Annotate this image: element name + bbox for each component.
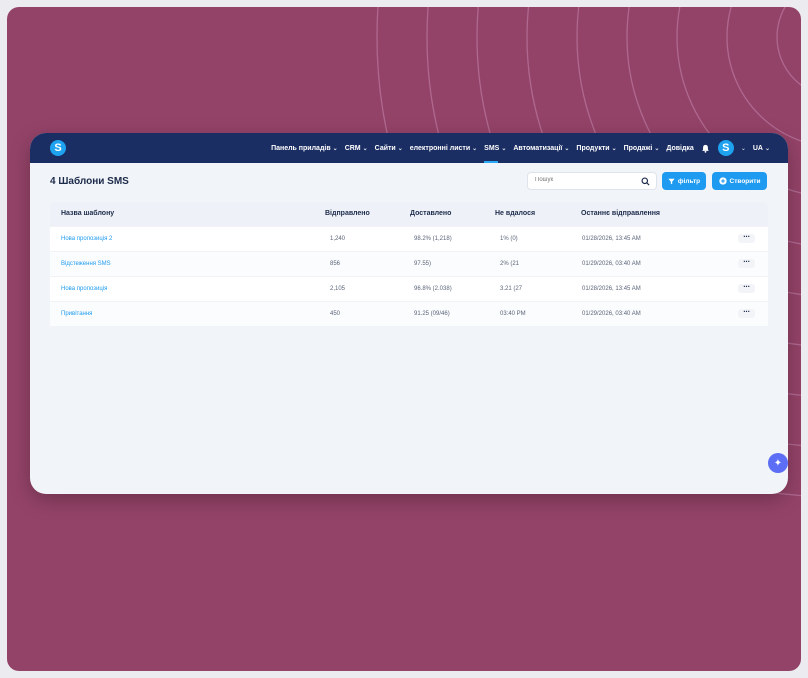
- sent-value: 2,105: [330, 286, 346, 292]
- template-name-link[interactable]: Відстеження SMS: [61, 261, 111, 267]
- chevron-down-icon: ⌄: [564, 145, 570, 152]
- column-header-failed[interactable]: Не вдалося: [495, 210, 535, 217]
- nav-item-help[interactable]: Довідка: [666, 133, 693, 163]
- last-sent-value: 01/29/2026, 03:40 AM: [582, 311, 641, 317]
- delivered-value: 96.8% (2.038): [414, 286, 452, 292]
- sent-value: 1,240: [330, 236, 346, 242]
- column-header-delivered[interactable]: Доставлено: [410, 210, 451, 217]
- chevron-down-icon: ⌄: [332, 145, 338, 152]
- nav-item-sales[interactable]: Продажі ⌄: [624, 133, 660, 163]
- templates-table: Назва шаблону Відправлено Доставлено Не …: [50, 202, 768, 326]
- nav-item-sms[interactable]: SMS ⌄: [484, 133, 506, 163]
- chevron-down-icon: ⌄: [764, 145, 770, 152]
- table-row[interactable]: Привітання 450 91.25 (09/46) 03:40 PM 01…: [50, 301, 768, 326]
- search-input[interactable]: [535, 177, 635, 183]
- failed-value: 1% (0): [500, 236, 518, 242]
- nav-item-emails[interactable]: електронні листи ⌄: [410, 133, 477, 163]
- plus-circle-icon: [718, 177, 727, 185]
- filter-icon: [668, 178, 675, 184]
- chevron-down-icon: ⌄: [362, 145, 368, 152]
- page-title: 4 Шаблони SMS: [50, 176, 129, 187]
- table-row[interactable]: Нова пропозиція 2 1,240 98.2% (1,218) 1%…: [50, 226, 768, 251]
- sent-value: 450: [330, 311, 341, 317]
- nav-item-products[interactable]: Продукти ⌄: [576, 133, 616, 163]
- more-icon[interactable]: ···: [738, 233, 755, 243]
- more-icon[interactable]: ···: [738, 283, 755, 293]
- avatar[interactable]: S: [717, 140, 734, 156]
- template-name-link[interactable]: Нова пропозиція: [61, 286, 107, 292]
- last-sent-value: 01/28/2026, 13:45 AM: [582, 236, 641, 242]
- more-icon[interactable]: ···: [738, 308, 755, 318]
- search-box[interactable]: [527, 172, 657, 190]
- failed-value: 3.21 (27: [500, 286, 523, 292]
- brand-logo[interactable]: S: [50, 140, 66, 156]
- table-row[interactable]: Відстеження SMS 856 97.55) 2% (21 01/29/…: [50, 251, 768, 276]
- sent-value: 856: [330, 261, 341, 267]
- nav-item-crm[interactable]: CRM ⌄: [345, 133, 368, 163]
- failed-value: 2% (21: [500, 261, 520, 267]
- last-sent-value: 01/28/2026, 13:45 AM: [582, 286, 641, 292]
- column-header-sent[interactable]: Відправлено: [325, 210, 370, 217]
- create-button[interactable]: Створити: [712, 172, 767, 190]
- nav-item-dashboard[interactable]: Панель приладів ⌄: [271, 133, 338, 163]
- chevron-down-icon: ⌄: [501, 145, 507, 152]
- chevron-down-icon: ⌄: [397, 145, 403, 152]
- template-name-link[interactable]: Привітання: [61, 311, 92, 317]
- app-window: S Панель приладів ⌄ CRM ⌄ Сайти ⌄ електронн…: [30, 133, 788, 494]
- nav-item-automations[interactable]: Автоматизації ⌄: [513, 133, 569, 163]
- last-sent-value: 01/29/2026, 03:40 AM: [582, 261, 641, 267]
- nav-item-sites[interactable]: Сайти ⌄: [375, 133, 403, 163]
- template-name-link[interactable]: Нова пропозиція 2: [61, 236, 112, 242]
- top-navbar: S Панель приладів ⌄ CRM ⌄ Сайти ⌄ електронн…: [30, 133, 788, 163]
- table-header: Назва шаблону Відправлено Доставлено Не …: [50, 202, 768, 226]
- chevron-down-icon: ⌄: [611, 145, 617, 152]
- bell-icon[interactable]: [701, 143, 711, 153]
- delivered-value: 97.55): [414, 261, 432, 267]
- language-selector[interactable]: UA ⌄: [753, 145, 770, 152]
- chevron-down-icon[interactable]: ⌄: [741, 145, 746, 152]
- delivered-value: 91.25 (09/46): [414, 311, 450, 317]
- chevron-down-icon: ⌄: [472, 145, 478, 152]
- search-icon[interactable]: [641, 177, 650, 186]
- sparkle-icon: ✦: [773, 457, 783, 469]
- failed-value: 03:40 PM: [500, 311, 526, 317]
- column-header-name[interactable]: Назва шаблону: [61, 210, 114, 217]
- background-stage: S Панель приладів ⌄ CRM ⌄ Сайти ⌄ електронн…: [7, 7, 801, 671]
- column-header-last-sent[interactable]: Останнє відправлення: [581, 210, 660, 217]
- more-icon[interactable]: ···: [738, 258, 755, 268]
- main-nav: Панель приладів ⌄ CRM ⌄ Сайти ⌄ електронні …: [271, 133, 770, 163]
- delivered-value: 98.2% (1,218): [414, 236, 452, 242]
- chevron-down-icon: ⌄: [654, 145, 660, 152]
- table-row[interactable]: Нова пропозиція 2,105 96.8% (2.038) 3.21…: [50, 276, 768, 301]
- filter-button[interactable]: фільтр: [662, 172, 706, 190]
- ai-assistant-button[interactable]: ✦: [768, 453, 788, 473]
